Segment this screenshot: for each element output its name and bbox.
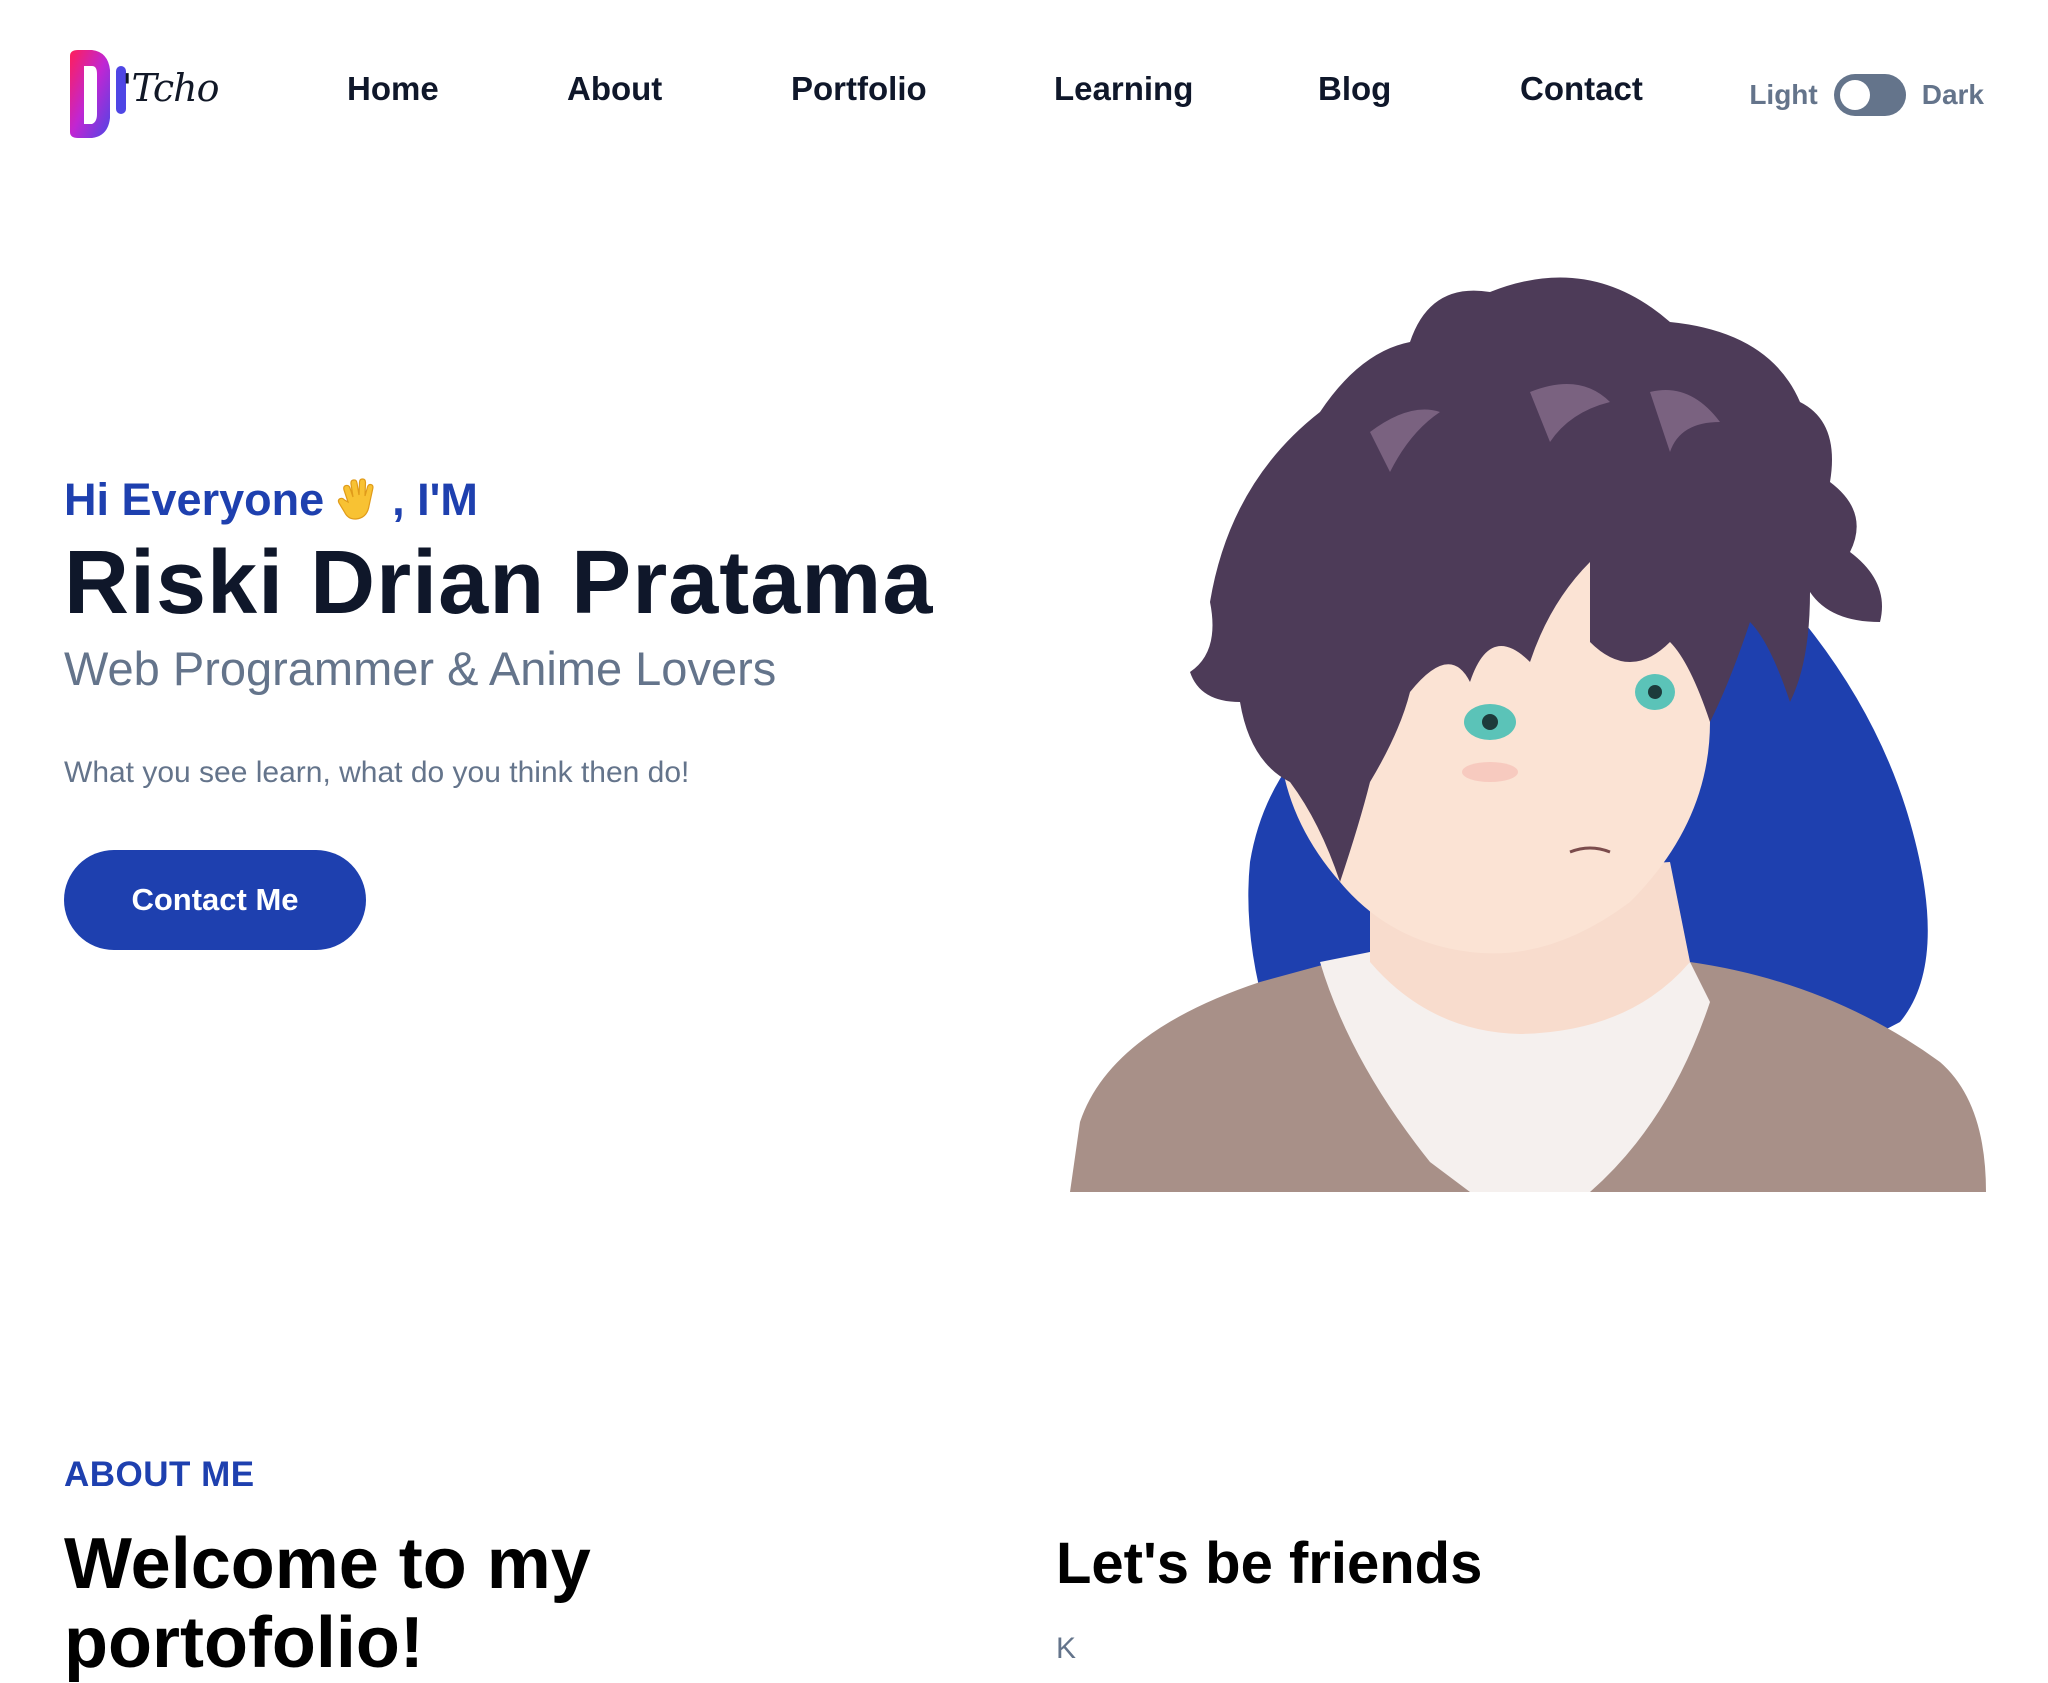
nav-item-blog[interactable]: Blog <box>1318 70 1391 108</box>
hero-name: Riski Drian Pratama <box>64 533 934 633</box>
theme-toggle[interactable] <box>1833 74 1906 116</box>
hero-greeting: Hi Everyone , I'M <box>64 470 1024 530</box>
hero-tagline: What you see learn, what do you think th… <box>64 756 690 790</box>
friends-title: Let's be friends <box>1056 1531 1483 1596</box>
theme-switcher: Light Dark <box>1749 70 1984 120</box>
greeting-suffix: , I'M <box>392 474 478 525</box>
nav-item-learning[interactable]: Learning <box>1054 70 1193 108</box>
nav-item-about[interactable]: About <box>567 70 662 108</box>
nav-item-contact[interactable]: Contact <box>1520 70 1643 108</box>
greeting-prefix: Hi Everyone <box>64 474 325 525</box>
toggle-knob <box>1839 80 1870 110</box>
waving-hand-icon <box>337 478 374 520</box>
theme-light-label: Light <box>1749 79 1818 110</box>
theme-dark-label: Dark <box>1921 79 1984 110</box>
contact-me-button[interactable]: Contact Me <box>64 850 366 951</box>
main-nav: Home About Portfolio Learning Blog Conta… <box>0 70 2048 120</box>
nav-item-portfolio[interactable]: Portfolio <box>791 70 927 108</box>
hero-section: Hi Everyone , I'M Riski Drian Pratama We… <box>64 470 1024 951</box>
hero-role: Web Programmer & Anime Lovers <box>64 641 777 695</box>
nav-item-home[interactable]: Home <box>347 70 439 108</box>
about-kicker: ABOUT ME <box>64 1455 255 1494</box>
about-title: Welcome to my portofolio! <box>64 1524 591 1683</box>
friends-text: K <box>1056 1632 1077 1665</box>
anime-avatar-image <box>1070 277 1986 1192</box>
